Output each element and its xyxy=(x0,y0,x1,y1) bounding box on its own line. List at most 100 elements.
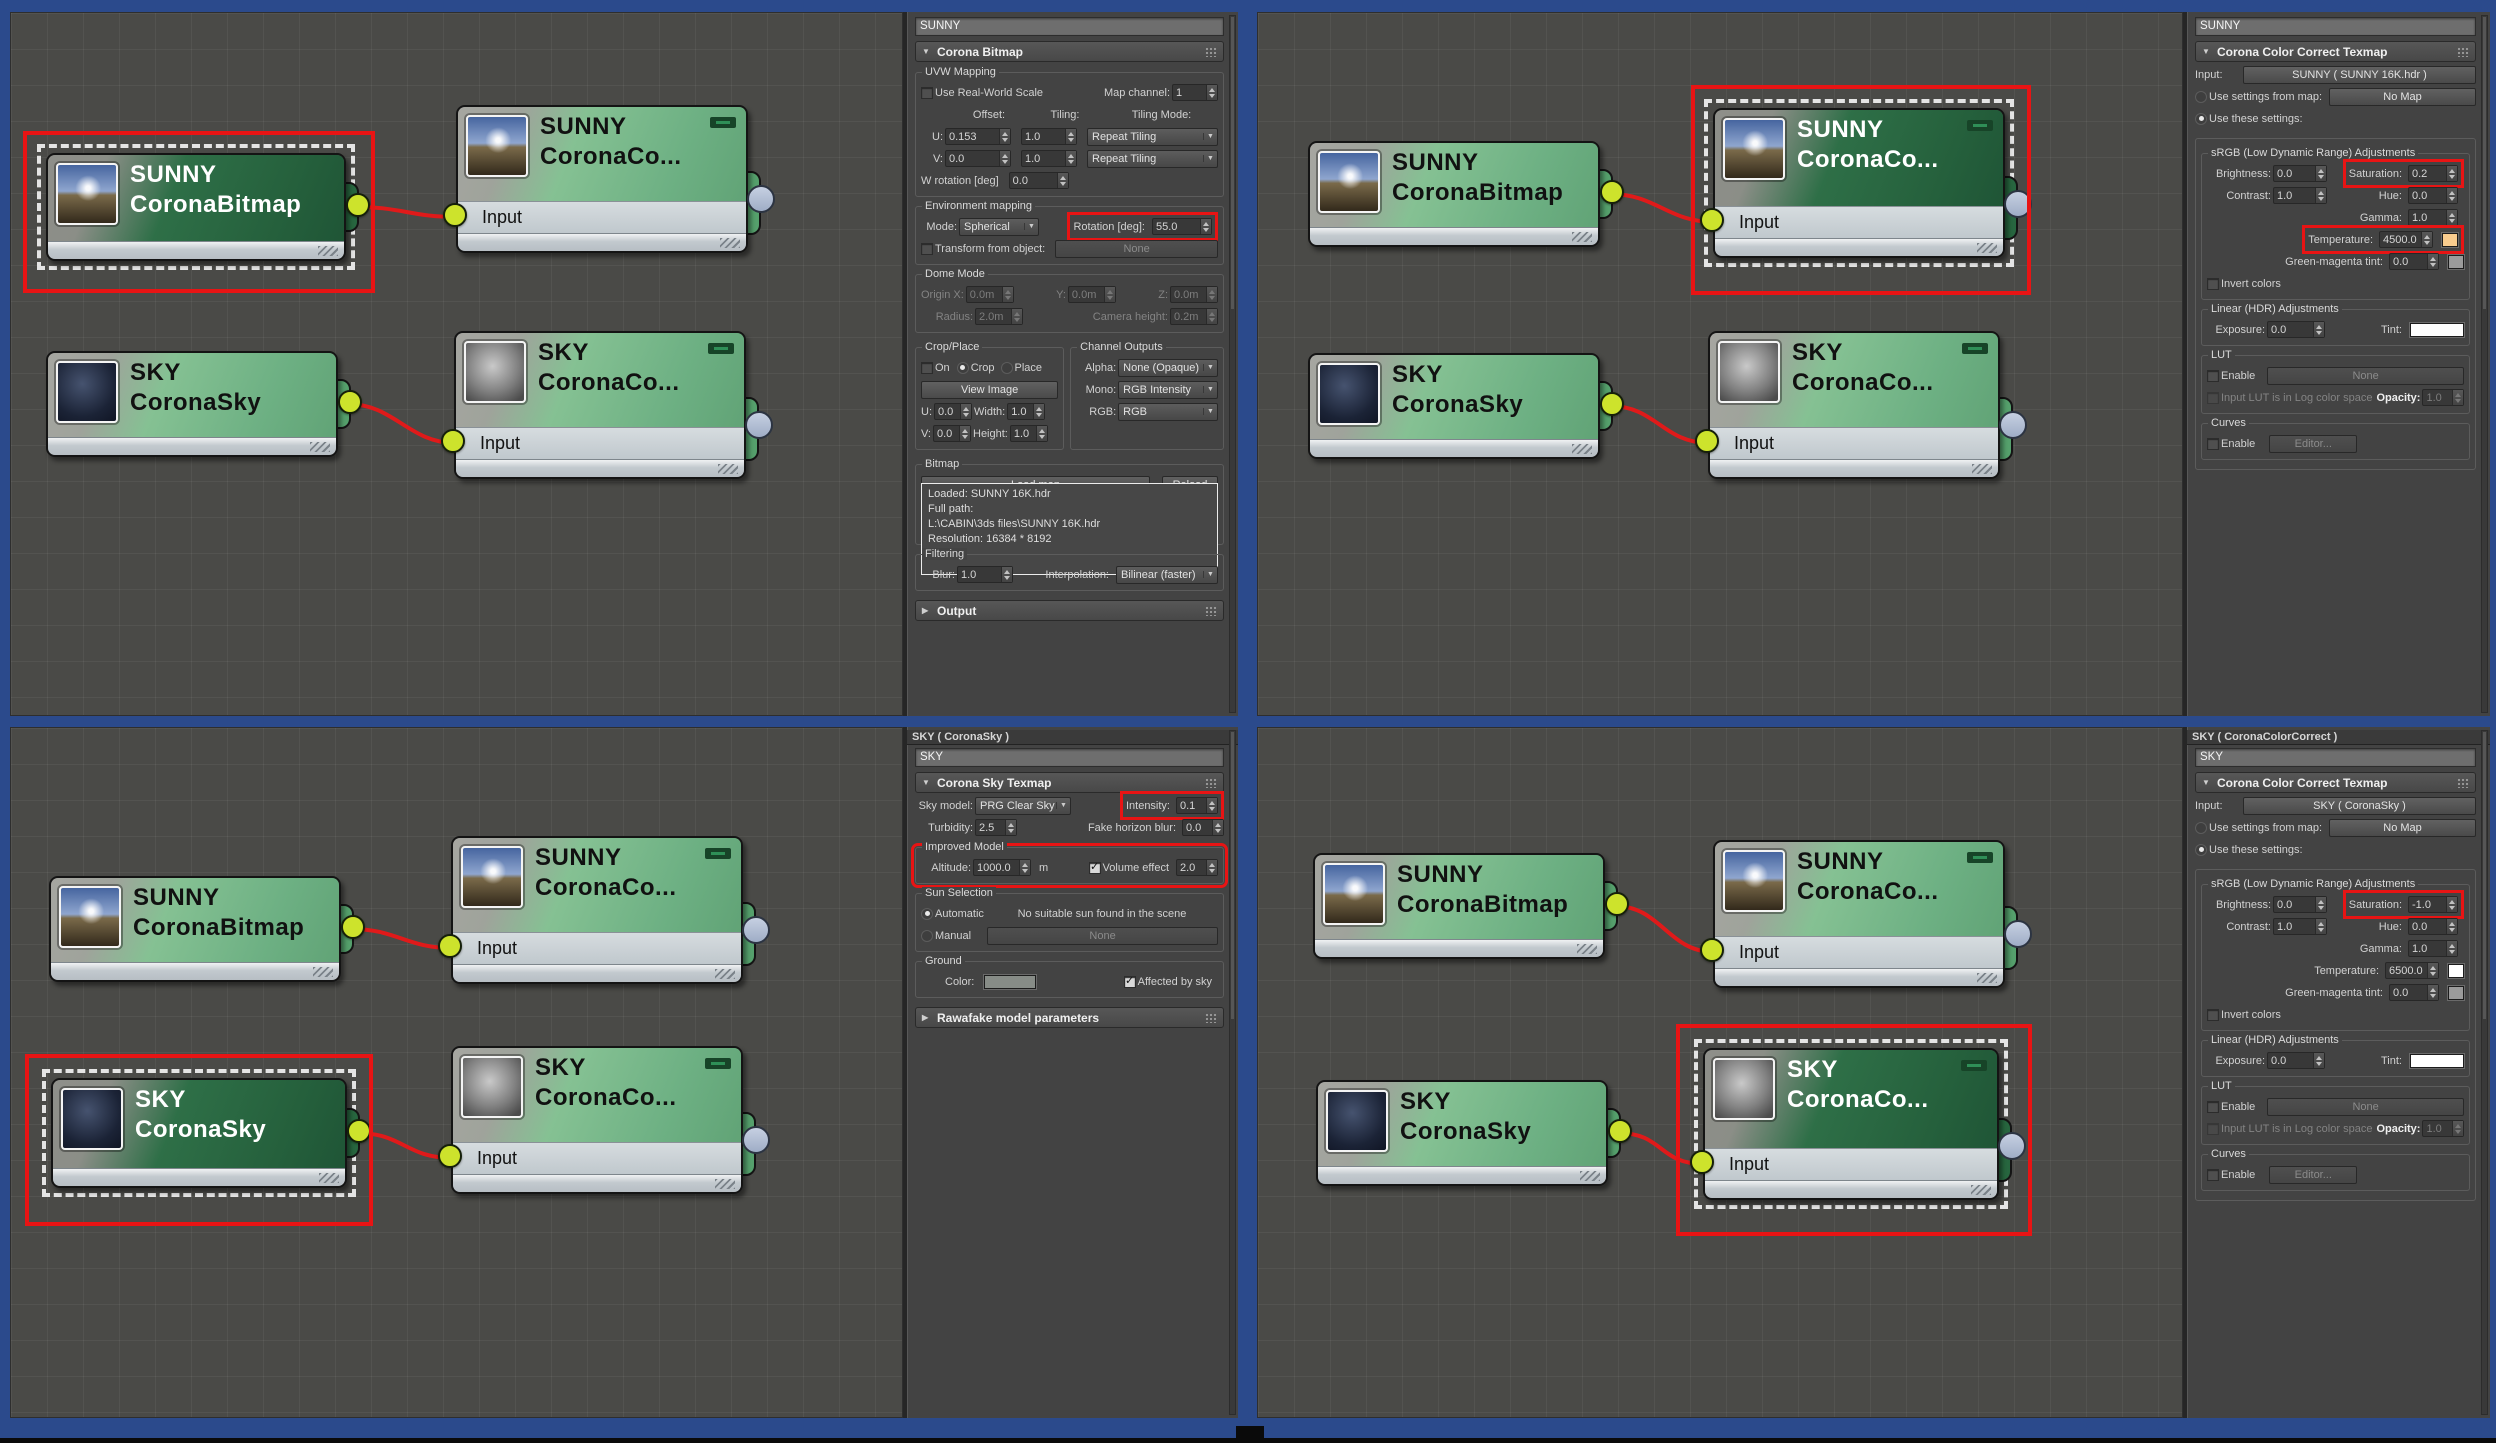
rollout-header-corona-color-correct-texmap[interactable]: ▼Corona Color Correct Texmap xyxy=(2195,772,2476,793)
lut-file-button[interactable]: None xyxy=(2267,1098,2464,1116)
node-sunny-coronabitmap[interactable]: SUNNYCoronaBitmap xyxy=(1308,141,1600,247)
green-magenta-swatch-swatch[interactable] xyxy=(2448,255,2464,269)
mono-channel-dropdown[interactable]: RGB Intensity▼ xyxy=(1118,381,1218,399)
spinner-arrows-icon[interactable] xyxy=(2421,232,2432,247)
spinner-arrows-icon[interactable] xyxy=(2427,963,2438,978)
curves-editor-button[interactable]: Editor... xyxy=(2269,1166,2357,1184)
collapse-node-icon[interactable] xyxy=(705,848,731,859)
map-preview-thumbnail[interactable] xyxy=(1326,1090,1388,1152)
spinner-arrows-icon[interactable] xyxy=(1206,309,1217,324)
map-preview-thumbnail[interactable] xyxy=(461,1056,523,1118)
temperature-swatch-swatch[interactable] xyxy=(2442,233,2458,247)
crop-mode-crop-radio[interactable] xyxy=(957,362,969,374)
map-preview-thumbnail[interactable] xyxy=(1723,118,1785,180)
resize-grip-icon[interactable] xyxy=(718,464,738,474)
map-preview-thumbnail[interactable] xyxy=(1323,863,1385,925)
panel-scrollbar[interactable] xyxy=(2481,15,2488,713)
exposure-spinner[interactable]: 0.0 xyxy=(2267,1052,2325,1069)
connection-wire[interactable] xyxy=(351,929,452,948)
spinner-arrows-icon[interactable] xyxy=(1065,151,1076,166)
dome-origin-x-spinner[interactable]: 0.0m xyxy=(966,286,1014,303)
tiling-u-spinner[interactable]: 1.0 xyxy=(1021,128,1077,145)
spinner-arrows-icon[interactable] xyxy=(2427,985,2438,1000)
resize-grip-icon[interactable] xyxy=(1572,444,1592,454)
node-view-top-right[interactable]: SUNNYCoronaBitmapSUNNYCoronaCo...InputSK… xyxy=(1257,12,2183,716)
intensity-spinner[interactable]: 0.1 xyxy=(1176,797,1218,814)
map-preview-thumbnail[interactable] xyxy=(461,846,523,908)
output-socket[interactable] xyxy=(1999,411,2027,439)
spinner-arrows-icon[interactable] xyxy=(1002,287,1013,302)
resize-grip-icon[interactable] xyxy=(1977,973,1997,983)
invert-colors-checkbox[interactable] xyxy=(2207,1009,2219,1021)
spinner-arrows-icon[interactable] xyxy=(1036,426,1047,441)
alpha-channel-dropdown[interactable]: None (Opaque)▼ xyxy=(1118,359,1218,377)
node-sunny-coronaco[interactable]: SUNNYCoronaCo...Input xyxy=(456,105,748,253)
map-preview-thumbnail[interactable] xyxy=(464,341,526,403)
spinner-arrows-icon[interactable] xyxy=(2315,919,2326,934)
map-preview-thumbnail[interactable] xyxy=(1318,151,1380,213)
node-sky-coronasky[interactable]: SKYCoronaSky xyxy=(51,1078,347,1188)
output-socket[interactable] xyxy=(1608,1119,1632,1143)
resize-grip-icon[interactable] xyxy=(318,246,338,256)
output-socket[interactable] xyxy=(1600,392,1624,416)
node-sky-coronaco[interactable]: SKYCoronaCo...Input xyxy=(1703,1048,1999,1200)
resize-grip-icon[interactable] xyxy=(1577,944,1597,954)
view-image-button[interactable]: View Image xyxy=(921,381,1058,399)
fake-horizon-blur-spinner[interactable]: 0.0 xyxy=(1182,819,1224,836)
spinner-arrows-icon[interactable] xyxy=(960,404,971,419)
resize-grip-icon[interactable] xyxy=(1971,1185,1991,1195)
panel-scrollbar[interactable] xyxy=(1229,15,1236,713)
altitude-spinner[interactable]: 1000.0 xyxy=(973,859,1031,876)
saturation-spinner[interactable]: 0.2 xyxy=(2408,165,2458,182)
green-magenta-swatch-swatch[interactable] xyxy=(2448,986,2464,1000)
spinner-arrows-icon[interactable] xyxy=(1104,287,1115,302)
turbidity-spinner[interactable]: 2.5 xyxy=(975,819,1017,836)
input-slot-row[interactable]: Input xyxy=(1705,1148,1997,1180)
spinner-arrows-icon[interactable] xyxy=(2452,1121,2463,1136)
output-socket[interactable] xyxy=(346,193,370,217)
brightness-spinner[interactable]: 0.0 xyxy=(2273,896,2327,913)
lut-enable-checkbox[interactable] xyxy=(2207,1101,2219,1113)
lut-enable-checkbox[interactable] xyxy=(2207,370,2219,382)
saturation-spinner[interactable]: -1.0 xyxy=(2408,896,2458,913)
spinner-arrows-icon[interactable] xyxy=(1019,860,1030,875)
settings-source-map-button[interactable]: No Map xyxy=(2329,88,2476,106)
gamma-spinner[interactable]: 1.0 xyxy=(2408,940,2458,957)
node-name-field[interactable]: SKY xyxy=(915,748,1224,767)
map-preview-thumbnail[interactable] xyxy=(1718,341,1780,403)
lut-opacity-spinner[interactable]: 1.0 xyxy=(2422,1120,2464,1137)
spinner-arrows-icon[interactable] xyxy=(1206,85,1217,100)
input-slot-row[interactable]: Input xyxy=(456,427,744,459)
input-slot-row[interactable]: Input xyxy=(1715,936,2003,968)
resize-grip-icon[interactable] xyxy=(319,1173,339,1183)
output-socket[interactable] xyxy=(2004,920,2032,948)
contrast-spinner[interactable]: 1.0 xyxy=(2273,187,2327,204)
rotation-deg-spinner[interactable]: 55.0 xyxy=(1152,218,1212,235)
connection-wire[interactable] xyxy=(1610,406,1709,443)
node-view-top-left[interactable]: SUNNYCoronaBitmapSUNNYCoronaCo...InputSK… xyxy=(10,12,903,716)
offset-u-spinner[interactable]: 0.153 xyxy=(945,128,1011,145)
input-socket[interactable] xyxy=(441,429,465,453)
output-socket[interactable] xyxy=(747,185,775,213)
output-socket[interactable] xyxy=(347,1119,371,1143)
spinner-arrows-icon[interactable] xyxy=(1033,404,1044,419)
green-magenta-tint-spinner[interactable]: 0.0 xyxy=(2389,253,2439,270)
spinner-arrows-icon[interactable] xyxy=(1001,567,1012,582)
spinner-arrows-icon[interactable] xyxy=(1206,287,1217,302)
spinner-arrows-icon[interactable] xyxy=(2446,919,2457,934)
spinner-arrows-icon[interactable] xyxy=(2446,166,2457,181)
input-socket[interactable] xyxy=(438,934,462,958)
green-magenta-tint-spinner[interactable]: 0.0 xyxy=(2389,984,2439,1001)
cc-input-button[interactable]: SKY ( CoronaSky ) xyxy=(2243,797,2476,815)
output-socket[interactable] xyxy=(341,915,365,939)
lut-opacity-spinner[interactable]: 1.0 xyxy=(2422,389,2464,406)
temperature-spinner[interactable]: 6500.0 xyxy=(2385,962,2439,979)
use-settings-from-map-radio[interactable] xyxy=(2195,91,2207,103)
sun-manual-radio[interactable] xyxy=(921,930,933,942)
input-slot-row[interactable]: Input xyxy=(1710,427,1998,459)
rollout-header-corona-bitmap[interactable]: ▼Corona Bitmap xyxy=(915,41,1224,62)
rollout-header-rawafake-model-parameters[interactable]: ▶Rawafake model parameters xyxy=(915,1007,1224,1028)
invert-colors-checkbox[interactable] xyxy=(2207,278,2219,290)
collapse-node-icon[interactable] xyxy=(1962,343,1988,354)
output-socket[interactable] xyxy=(338,390,362,414)
